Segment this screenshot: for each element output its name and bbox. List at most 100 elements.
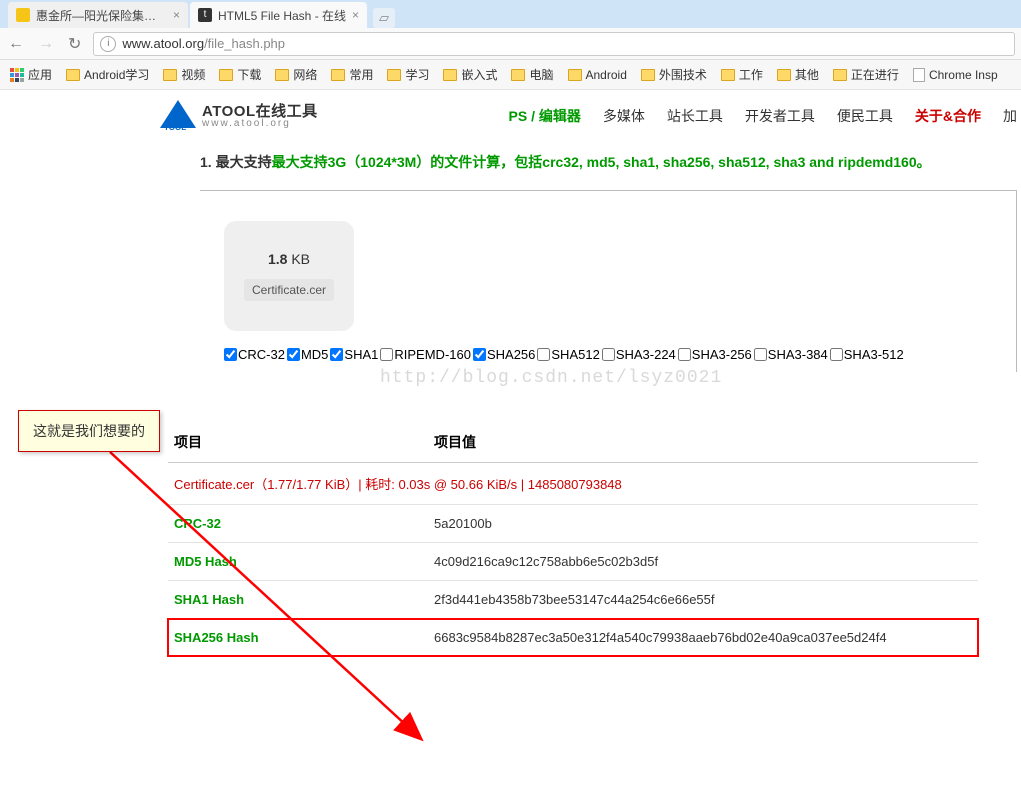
folder-icon — [443, 69, 457, 81]
close-icon[interactable]: × — [173, 8, 180, 22]
brand-title: ATOOL在线工具 — [202, 104, 318, 119]
algo-checkbox[interactable] — [537, 348, 550, 361]
browser-tab[interactable]: t HTML5 File Hash - 在线 × — [190, 2, 367, 28]
file-info-row: Certificate.cer（1.77/1.77 KiB）| 耗时: 0.03… — [168, 463, 978, 505]
algo-option[interactable]: SHA3-512 — [830, 347, 904, 362]
nav-link[interactable]: 便民工具 — [837, 106, 893, 126]
algo-checkbox[interactable] — [380, 348, 393, 361]
address-bar[interactable]: i www.atool.org/file_hash.php — [93, 32, 1015, 56]
bookmark-folder[interactable]: 正在进行 — [829, 64, 903, 85]
result-row: MD5 Hash4c09d216ca9c12c758abb6e5c02b3d5f — [168, 543, 978, 581]
bookmark-folder[interactable]: 外围技术 — [637, 64, 711, 85]
nav-link[interactable]: 加 — [1003, 106, 1017, 126]
bookmark-folder[interactable]: 下载 — [215, 64, 265, 85]
bookmark-folder[interactable]: 学习 — [383, 64, 433, 85]
result-row: CRC-325a20100b — [168, 505, 978, 543]
algo-checkbox[interactable] — [287, 348, 300, 361]
page-icon — [913, 68, 925, 82]
annotation-callout: 这就是我们想要的 — [18, 410, 160, 452]
bookmark-folder[interactable]: Android — [564, 64, 631, 85]
algo-option[interactable]: SHA3-224 — [602, 347, 676, 362]
algo-option[interactable]: SHA1 — [330, 347, 378, 362]
intro-text: 1. 最大支持最大支持3G（1024*3M）的文件计算，包括crc32, md5… — [200, 152, 1021, 172]
result-value: 2f3d441eb4358b73bee53147c44a254c6e66e55f — [428, 581, 978, 619]
bookmark-folder[interactable]: 网络 — [271, 64, 321, 85]
file-size: 1.8 KB — [268, 251, 310, 267]
folder-icon — [387, 69, 401, 81]
col-value: 项目值 — [428, 422, 978, 463]
bookmarks-bar: 应用 Android学习视频下载网络常用学习嵌入式电脑 Android 外围技术工作… — [0, 60, 1021, 90]
site-header: TOOL ATOOL在线工具 www.atool.org PS / 编辑器 多媒体… — [0, 100, 1021, 138]
url-host: www.atool.org — [122, 36, 204, 51]
new-tab-button[interactable]: ▱ — [373, 8, 395, 28]
tab-title: HTML5 File Hash - 在线 — [218, 7, 346, 24]
folder-icon — [163, 69, 177, 81]
result-value: 6683c9584b8287ec3a50e312f4a540c79938aaeb… — [428, 619, 978, 657]
folder-icon — [833, 69, 847, 81]
apps-icon — [10, 68, 24, 82]
result-row: SHA256 Hash6683c9584b8287ec3a50e312f4a54… — [168, 619, 978, 657]
site-logo[interactable]: TOOL ATOOL在线工具 www.atool.org — [160, 100, 318, 132]
result-key: MD5 Hash — [168, 543, 428, 581]
algo-option[interactable]: SHA256 — [473, 347, 535, 362]
algo-option[interactable]: SHA3-384 — [754, 347, 828, 362]
algo-option[interactable]: MD5 — [287, 347, 328, 362]
algo-checkbox[interactable] — [830, 348, 843, 361]
result-key: SHA1 Hash — [168, 581, 428, 619]
result-row: SHA1 Hash2f3d441eb4358b73bee53147c44a254… — [168, 581, 978, 619]
col-item: 项目 — [168, 422, 428, 463]
algorithm-checkboxes: CRC-32MD5SHA1RIPEMD-160SHA256SHA512SHA3-… — [224, 347, 992, 362]
top-nav: PS / 编辑器 多媒体 站长工具 开发者工具 便民工具 关于&合作 加 — [509, 106, 1021, 126]
folder-icon — [219, 69, 233, 81]
folder-icon — [275, 69, 289, 81]
close-icon[interactable]: × — [352, 8, 359, 22]
folder-icon — [568, 69, 582, 81]
bookmark-folder[interactable]: 工作 — [717, 64, 767, 85]
brand-subtitle: www.atool.org — [202, 119, 318, 129]
logo-icon: TOOL — [160, 100, 196, 132]
result-value: 5a20100b — [428, 505, 978, 543]
result-key: CRC-32 — [168, 505, 428, 543]
nav-link[interactable]: PS / 编辑器 — [509, 106, 581, 126]
file-card[interactable]: 1.8 KB Certificate.cer — [224, 221, 354, 331]
algo-checkbox[interactable] — [330, 348, 343, 361]
folder-icon — [331, 69, 345, 81]
algo-checkbox[interactable] — [602, 348, 615, 361]
bookmark-folder[interactable]: Android学习 — [62, 64, 153, 85]
browser-tab[interactable]: 惠金所—阳光保险集团旗 × — [8, 2, 188, 28]
algo-checkbox[interactable] — [678, 348, 691, 361]
bookmark-folder[interactable]: 常用 — [327, 64, 377, 85]
bookmark-folder[interactable]: 电脑 — [507, 64, 557, 85]
nav-link[interactable]: 关于&合作 — [915, 106, 981, 126]
folder-icon — [777, 69, 791, 81]
result-key: SHA256 Hash — [168, 619, 428, 657]
reload-button[interactable]: ↻ — [66, 32, 83, 56]
back-button[interactable]: ← — [6, 33, 26, 55]
folder-icon — [641, 69, 655, 81]
result-value: 4c09d216ca9c12c758abb6e5c02b3d5f — [428, 543, 978, 581]
algo-checkbox[interactable] — [754, 348, 767, 361]
algo-option[interactable]: RIPEMD-160 — [380, 347, 471, 362]
folder-icon — [721, 69, 735, 81]
apps-button[interactable]: 应用 — [6, 64, 56, 85]
browser-tab-strip: 惠金所—阳光保险集团旗 × t HTML5 File Hash - 在线 × ▱ — [0, 0, 1021, 28]
nav-link[interactable]: 多媒体 — [603, 106, 645, 126]
nav-link[interactable]: 开发者工具 — [745, 106, 815, 126]
bookmark-folder[interactable]: 其他 — [773, 64, 823, 85]
tab-favicon — [16, 8, 30, 22]
site-info-icon[interactable]: i — [100, 36, 116, 52]
algo-checkbox[interactable] — [473, 348, 486, 361]
url-path: /file_hash.php — [204, 36, 285, 51]
folder-icon — [66, 69, 80, 81]
bookmark-page[interactable]: Chrome Insp — [909, 66, 1002, 84]
bookmark-folder[interactable]: 嵌入式 — [439, 64, 501, 85]
forward-button[interactable]: → — [36, 33, 56, 55]
tab-title: 惠金所—阳光保险集团旗 — [36, 7, 167, 24]
algo-option[interactable]: CRC-32 — [224, 347, 285, 362]
algo-checkbox[interactable] — [224, 348, 237, 361]
algo-option[interactable]: SHA3-256 — [678, 347, 752, 362]
bookmark-folder[interactable]: 视频 — [159, 64, 209, 85]
nav-link[interactable]: 站长工具 — [667, 106, 723, 126]
algo-option[interactable]: SHA512 — [537, 347, 599, 362]
tab-favicon: t — [198, 8, 212, 22]
